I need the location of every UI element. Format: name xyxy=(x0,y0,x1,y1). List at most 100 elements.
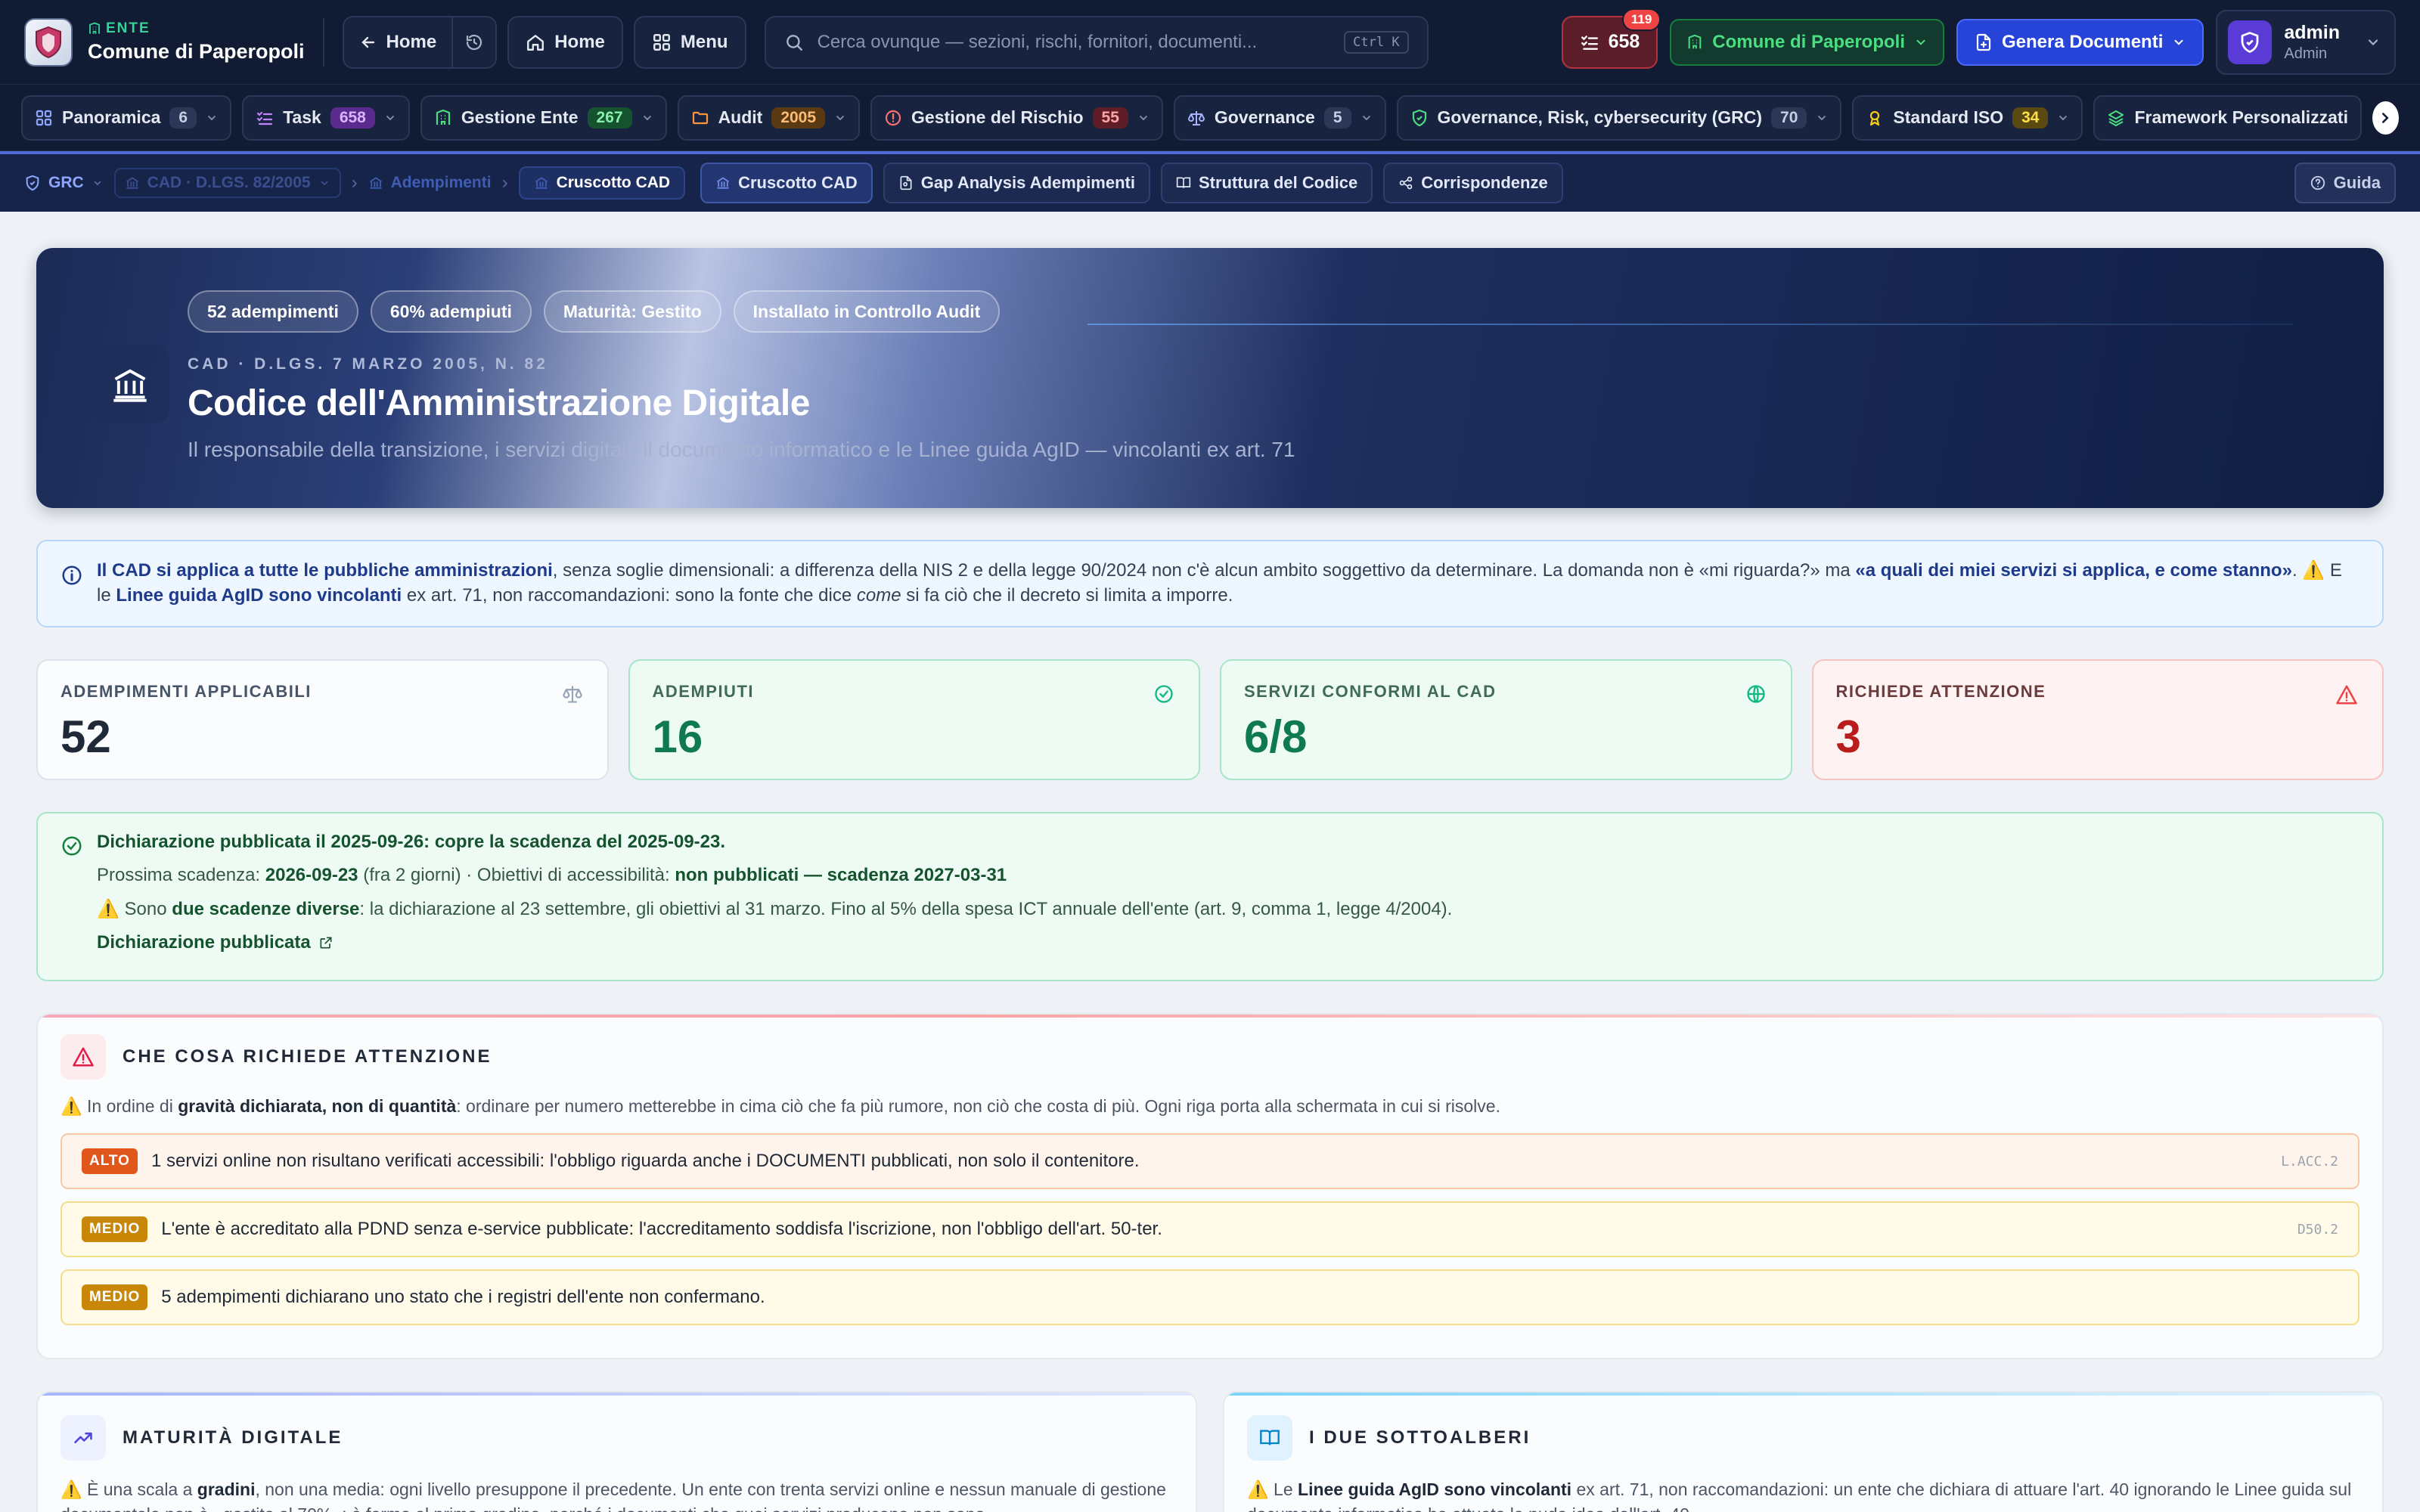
module-gestione-ente[interactable]: Gestione Ente 267 xyxy=(420,94,667,141)
maturity-card: MATURITÀ DIGITALE ⚠️ È una scala a gradi… xyxy=(36,1391,1197,1512)
history-button[interactable] xyxy=(451,17,495,67)
declaration-link[interactable]: Dichiarazione pubblicata xyxy=(97,932,2360,953)
file-search-icon xyxy=(900,175,912,191)
module-label: Governance, Risk, cybersecurity (GRC) xyxy=(1437,107,1763,127)
next-relative: (fra 2 giorni) · Obiettivi di accessibil… xyxy=(358,865,675,885)
breadcrumb-adempimenti[interactable]: Adempimenti xyxy=(368,174,492,192)
divider xyxy=(322,17,324,67)
home-button[interactable]: Home xyxy=(507,15,623,69)
search-input[interactable] xyxy=(817,31,1331,53)
ente-kicker-label: ENTE xyxy=(106,20,150,36)
module-governance-risk-cybersecurity-grc[interactable]: Governance, Risk, cybersecurity (GRC) 70 xyxy=(1396,94,1842,141)
home-icon xyxy=(527,34,544,51)
module-label: Governance xyxy=(1214,107,1315,127)
tasks-notification-badge: 119 xyxy=(1621,8,1661,31)
home-label: Home xyxy=(554,31,605,52)
book-open-icon xyxy=(1247,1415,1292,1461)
attention-row[interactable]: ALTO 1 servizi online non risultano veri… xyxy=(60,1133,2360,1189)
bank-icon xyxy=(535,177,548,189)
note-text: ⚠️ Le xyxy=(1247,1479,1298,1499)
global-search[interactable]: Ctrl K xyxy=(764,15,1429,69)
attention-row[interactable]: MEDIO 5 adempimenti dichiarano uno stato… xyxy=(60,1269,2360,1325)
info-strong: Linee guida AgID sono vincolanti xyxy=(116,585,402,606)
declaration-next: Prossima scadenza: 2026-09-23 (fra 2 gio… xyxy=(97,865,2360,886)
top-actions: 658 119 Comune di Paperopoli Genera Docu… xyxy=(1561,8,2396,75)
tab-gap-analysis[interactable]: Gap Analysis Adempimenti xyxy=(883,163,1150,203)
kpi-attention[interactable]: RICHIEDE ATTENZIONE 3 xyxy=(1811,659,2384,780)
kpi-services[interactable]: SERVIZI CONFORMI AL CAD 6/8 xyxy=(1220,659,1792,780)
grid-icon xyxy=(653,33,670,51)
bank-icon xyxy=(91,345,169,423)
kpi-fulfilled[interactable]: ADEMPIUTI 16 xyxy=(628,659,1200,780)
bank-icon xyxy=(126,177,138,189)
breadcrumb-separator: › xyxy=(351,172,358,193)
module-gestione-del-rischio[interactable]: Gestione del Rischio 55 xyxy=(870,94,1163,141)
section-header: MATURITÀ DIGITALE xyxy=(60,1415,1173,1461)
attention-row[interactable]: MEDIO L'ente è accreditato alla PDND sen… xyxy=(60,1201,2360,1257)
info-text-part: , senza soglie dimensionali: a differenz… xyxy=(552,560,1856,581)
attention-text: 1 servizi online non risultano verificat… xyxy=(150,1151,1140,1171)
breadcrumb-cad[interactable]: CAD · D.LGS. 82/2005 xyxy=(113,168,341,198)
user-menu[interactable]: admin Admin xyxy=(2216,9,2396,75)
external-link-icon xyxy=(320,937,332,949)
info-text: Il CAD si applica a tutte le pubbliche a… xyxy=(97,560,2342,606)
generate-documents-button[interactable]: Genera Documenti xyxy=(1956,18,2204,66)
severity-badge: MEDIO xyxy=(82,1284,148,1310)
pill-percent: 60% adempiuti xyxy=(370,290,532,333)
chevron-down-icon xyxy=(2368,39,2378,45)
module-governance[interactable]: Governance 5 xyxy=(1173,94,1386,141)
kpi-applicable[interactable]: ADEMPIMENTI APPLICABILI 52 xyxy=(36,659,609,780)
note-strong: Linee guida AgID sono vincolanti xyxy=(1298,1479,1572,1499)
breadcrumb-grc[interactable]: GRC xyxy=(24,174,104,192)
check-circle-icon xyxy=(1155,685,1173,703)
sub-navigation: GRC CAD · D.LGS. 82/2005 › Adempimenti ›… xyxy=(0,151,2420,212)
module-count: 55 xyxy=(1092,107,1128,129)
section-title: I DUE SOTTOALBERI xyxy=(1309,1427,1531,1448)
back-button[interactable]: Home xyxy=(344,17,452,67)
chevron-down-icon xyxy=(1362,115,1370,120)
list-check-icon xyxy=(256,111,273,125)
main-content: 52 adempimenti 60% adempiuti Maturità: G… xyxy=(36,248,2384,1512)
module-framework-personalizzati[interactable]: Framework Personalizzati xyxy=(2093,94,2362,141)
guide-button[interactable]: Guida xyxy=(2294,163,2396,203)
tasks-button[interactable]: 658 119 xyxy=(1561,8,1661,69)
ente-brand: ENTE Comune di Paperopoli xyxy=(88,20,305,64)
tab-label: Corrispondenze xyxy=(1421,173,1548,192)
page-subtitle: Il responsabile della transizione, i ser… xyxy=(188,438,1295,461)
module-audit[interactable]: Audit 2005 xyxy=(677,94,861,141)
arrow-left-icon xyxy=(361,36,374,48)
next-date: 2026-09-23 xyxy=(265,865,358,885)
scroll-right-button[interactable] xyxy=(2372,101,2399,135)
module-panoramica[interactable]: Panoramica 6 xyxy=(21,94,232,141)
tab-corrispondenze[interactable]: Corrispondenze xyxy=(1383,163,1563,203)
note-strong: gradini xyxy=(197,1479,256,1499)
section-header: I DUE SOTTOALBERI xyxy=(1247,1415,2360,1461)
section-title: MATURITÀ DIGITALE xyxy=(123,1427,343,1448)
building-icon xyxy=(89,22,100,34)
breadcrumb-label: Adempimenti xyxy=(390,174,492,191)
next-label: Prossima scadenza: xyxy=(97,865,265,885)
module-task[interactable]: Task 658 xyxy=(242,94,410,141)
module-count: 5 xyxy=(1323,107,1351,129)
ente-selector[interactable]: Comune di Paperopoli xyxy=(1670,18,1944,66)
tab-struttura-codice[interactable]: Struttura del Codice xyxy=(1160,163,1373,203)
chevron-down-icon xyxy=(1140,115,1147,120)
check-circle-icon xyxy=(62,836,82,856)
module-count: 658 xyxy=(330,107,375,129)
module-label: Audit xyxy=(718,107,763,127)
breadcrumb-separator: › xyxy=(501,172,508,193)
chevron-down-icon xyxy=(208,115,216,120)
alert-circle-icon xyxy=(885,110,901,125)
module-standard-iso[interactable]: Standard ISO 34 xyxy=(1852,94,2083,141)
chevron-down-icon xyxy=(320,181,328,186)
info-text-part: ex art. 71, non raccomandazioni: sono la… xyxy=(402,585,857,606)
kpi-value: 6/8 xyxy=(1244,711,1308,762)
note-text: : ordinare per numero metterebbe in cima… xyxy=(456,1096,1500,1116)
shield-check-icon xyxy=(2242,31,2259,53)
ente-logo[interactable] xyxy=(24,17,73,67)
menu-button[interactable]: Menu xyxy=(633,15,746,69)
tab-cruscotto-cad[interactable]: Cruscotto CAD xyxy=(700,163,873,203)
chevron-down-icon xyxy=(836,115,844,120)
info-strong: Il CAD si applica a tutte le pubbliche a… xyxy=(97,560,553,581)
back-label: Home xyxy=(386,31,437,52)
